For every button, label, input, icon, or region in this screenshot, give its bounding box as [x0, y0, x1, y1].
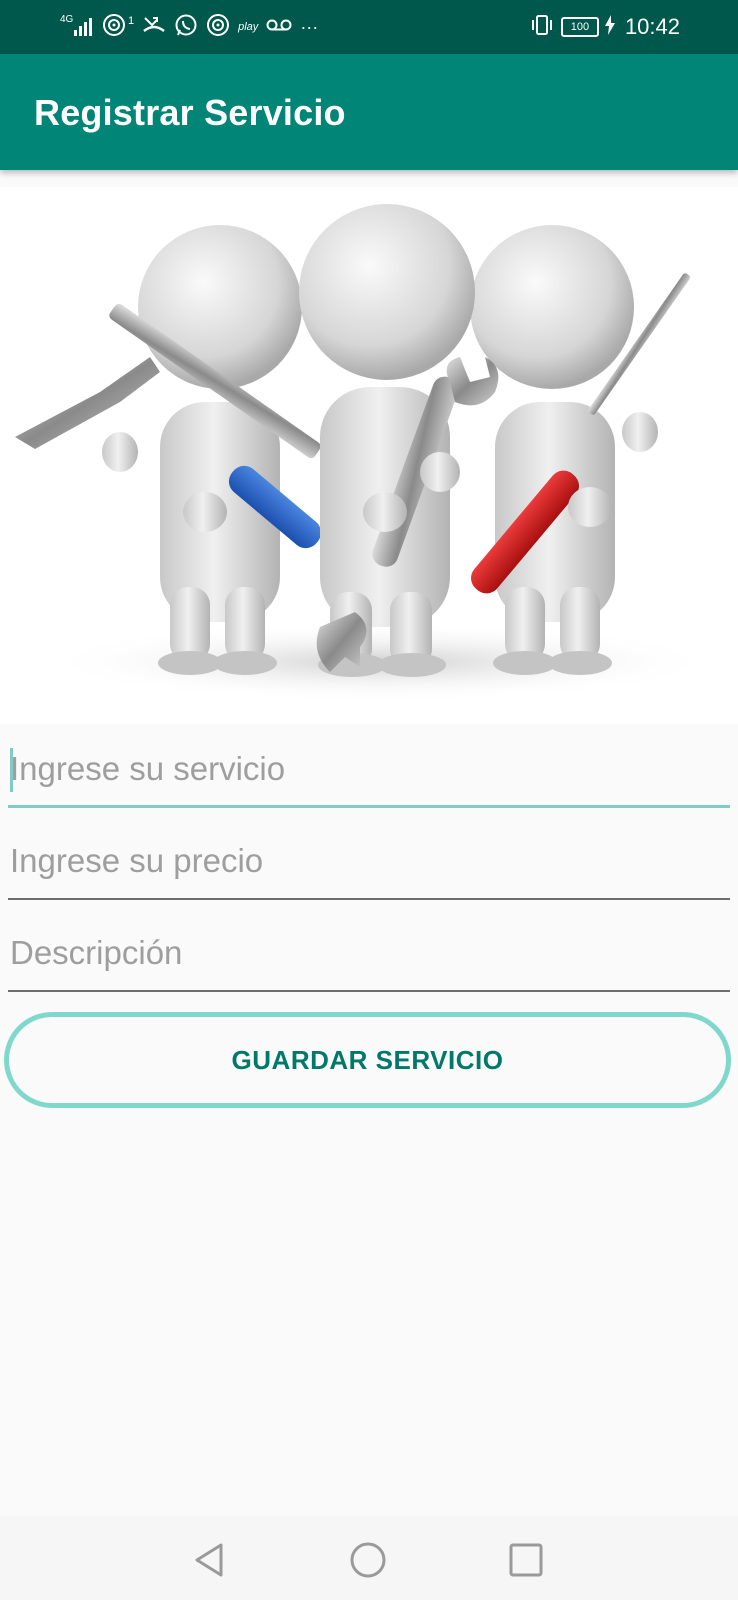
missed-call-icon	[142, 13, 166, 42]
figure-middle	[299, 204, 499, 677]
text-cursor	[10, 748, 13, 792]
vibrate-icon	[529, 14, 555, 41]
description-field[interactable]	[8, 918, 730, 992]
figure-left	[15, 225, 322, 675]
hotspot-icon	[206, 13, 230, 42]
hotspot-icon	[102, 13, 126, 42]
status-bar: 4G 1 play ··· 100 10:42	[0, 0, 738, 54]
more-icon: ···	[300, 16, 319, 37]
recents-icon[interactable]	[506, 1540, 546, 1580]
service-field[interactable]	[8, 734, 730, 808]
clock: 10:42	[624, 14, 680, 39]
price-field[interactable]	[8, 826, 730, 900]
status-bar-right: 100 10:42	[529, 14, 680, 40]
hero-image	[0, 187, 738, 724]
app-bar: Registrar Servicio	[0, 54, 738, 170]
status-bar-left: 4G 1 play ···	[60, 13, 319, 42]
play-icon: play	[238, 21, 259, 33]
charging-icon	[604, 14, 615, 40]
network-type: 4G	[60, 14, 74, 25]
battery-icon: 100	[560, 17, 599, 37]
page-title: Registrar Servicio	[34, 92, 346, 133]
whatsapp-icon	[174, 13, 198, 42]
price-underline	[8, 898, 730, 900]
signal-icon: 4G	[60, 14, 94, 38]
service-input[interactable]	[8, 734, 730, 804]
description-underline	[8, 990, 730, 992]
price-input[interactable]	[8, 826, 730, 896]
figure-right	[470, 225, 690, 675]
home-icon[interactable]	[348, 1540, 388, 1580]
voicemail-icon	[266, 17, 292, 38]
notification-count: 1	[128, 15, 135, 27]
description-input[interactable]	[8, 918, 730, 988]
navigation-bar	[0, 1516, 738, 1600]
save-service-button[interactable]: GUARDAR SERVICIO	[4, 1012, 731, 1108]
service-underline	[8, 805, 730, 808]
back-icon[interactable]	[191, 1540, 231, 1580]
